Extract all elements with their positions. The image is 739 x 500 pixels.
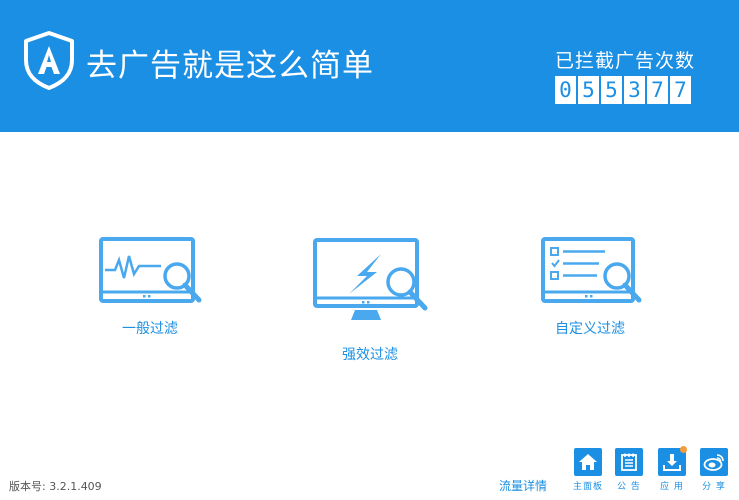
mode-strong-filter[interactable]: 强效过滤: [305, 236, 435, 364]
shield-logo-icon: [24, 31, 74, 90]
counter-digit: 3: [624, 76, 645, 104]
mode-label: 自定义过滤: [555, 321, 625, 337]
monitor-checklist-search-icon: [541, 237, 642, 303]
version-text: 版本号: 3.2.1.409: [9, 480, 102, 493]
share-button[interactable]: 分 享: [699, 448, 729, 492]
tool-label: 应 用: [660, 482, 684, 492]
tool-label: 公 告: [617, 482, 641, 492]
notice-button[interactable]: 公 告: [614, 448, 644, 492]
mode-custom-filter[interactable]: 自定义过滤: [535, 236, 645, 338]
tool-label: 主面板: [573, 482, 604, 492]
header-slogan: 去广告就是这么简单: [86, 48, 374, 84]
counter-digit: 7: [647, 76, 668, 104]
header-banner: 去广告就是这么简单 已拦截广告次数 0 5 5 3 7 7: [0, 0, 739, 132]
counter-digit: 5: [601, 76, 622, 104]
counter-digit: 5: [578, 76, 599, 104]
download-icon: [663, 454, 681, 471]
counter-digit: 0: [555, 76, 576, 104]
notice-icon: [621, 453, 637, 471]
main-panel-button[interactable]: 主面板: [573, 448, 603, 492]
mode-general-filter[interactable]: 一般过滤: [95, 236, 205, 338]
traffic-details-link[interactable]: 流量详情: [499, 477, 547, 494]
apps-button[interactable]: 应 用: [657, 446, 687, 492]
mode-label: 强效过滤: [342, 347, 398, 363]
monitor-lightning-search-icon: [313, 238, 428, 320]
blocked-count-label: 已拦截广告次数: [555, 50, 696, 72]
notification-dot: [680, 446, 687, 453]
tool-label: 分 享: [702, 482, 726, 492]
mode-label: 一般过滤: [122, 321, 178, 337]
blocked-counter: 0 5 5 3 7 7: [555, 76, 691, 104]
monitor-pulse-search-icon: [99, 237, 202, 303]
weibo-icon: [703, 454, 724, 471]
home-icon: [579, 454, 597, 470]
counter-digit: 7: [670, 76, 691, 104]
